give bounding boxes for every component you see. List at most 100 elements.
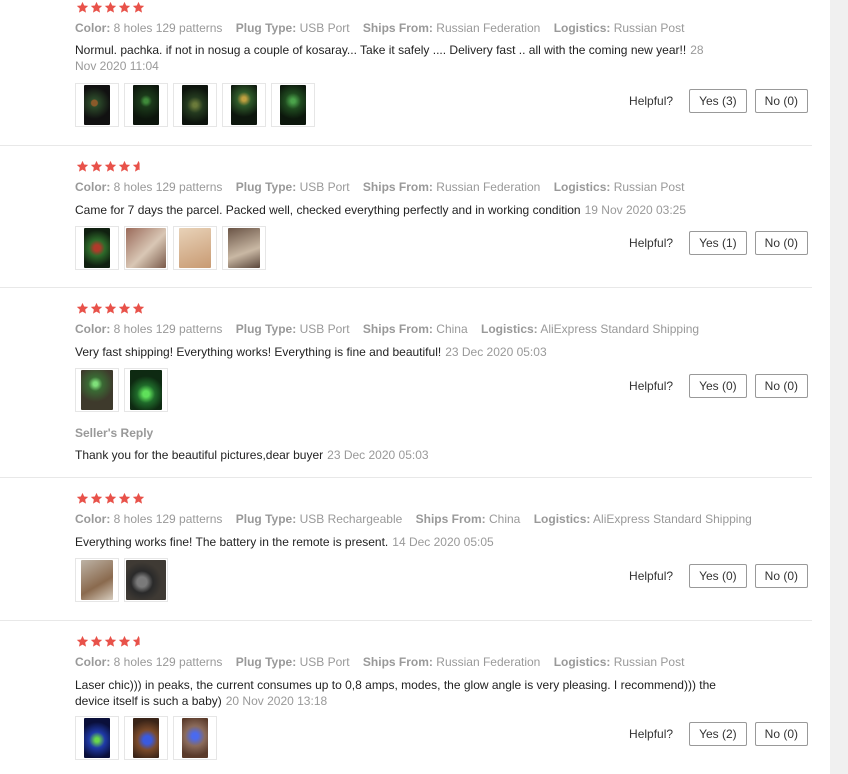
helpful-label: Helpful?: [629, 94, 674, 108]
helpful-no-button[interactable]: No (0): [754, 89, 808, 113]
attr-logistics: AliExpress Standard Shipping: [540, 322, 700, 336]
attr-label: Color:: [75, 655, 111, 669]
review-body: Laser chic))) in peaks, the current cons…: [75, 678, 716, 708]
helpful-yes-button[interactable]: Yes (1): [689, 231, 747, 255]
star-icon: [76, 635, 89, 648]
attr-color: 8 holes 129 patterns: [113, 21, 223, 35]
seller-reply-date: 23 Dec 2020 05:03: [327, 448, 429, 462]
attr-label: Logistics:: [553, 21, 611, 35]
review-photo[interactable]: [75, 368, 119, 412]
attr-label: Logistics:: [553, 655, 611, 669]
review-photo[interactable]: [124, 558, 168, 602]
attr-logistics: Russian Post: [613, 655, 685, 669]
helpful-yes-button[interactable]: Yes (0): [689, 374, 747, 398]
attr-color: 8 holes 129 patterns: [113, 512, 223, 526]
laser-photo: [133, 85, 159, 125]
attr-label: Plug Type:: [235, 512, 297, 526]
helpful-label: Helpful?: [629, 236, 674, 250]
review-photo[interactable]: [173, 226, 217, 270]
helpful-yes-button[interactable]: Yes (0): [689, 564, 747, 588]
review-photo[interactable]: [271, 83, 315, 127]
box-photo: [228, 228, 260, 268]
attr-ships-from: Russian Federation: [436, 655, 541, 669]
attr-plug-type: USB Port: [299, 322, 350, 336]
review-photo[interactable]: [222, 83, 266, 127]
helpful-yes-button[interactable]: Yes (2): [689, 722, 747, 746]
star-icon: [90, 160, 103, 173]
attr-label: Plug Type:: [235, 21, 297, 35]
helpful-no-button[interactable]: No (0): [754, 231, 808, 255]
star-icon: [118, 635, 131, 648]
attr-label: Plug Type:: [235, 180, 297, 194]
attr-label: Color:: [75, 322, 111, 336]
blue-light-photo: [84, 718, 110, 758]
review-photo[interactable]: [222, 226, 266, 270]
rating-stars: [76, 302, 145, 316]
attr-label: Ships From:: [362, 21, 433, 35]
rating-stars: [76, 1, 145, 15]
review-photo[interactable]: [173, 83, 217, 127]
attr-label: Logistics:: [533, 512, 591, 526]
helpful-no-button[interactable]: No (0): [754, 722, 808, 746]
review-attributes: Color: 8 holes 129 patterns Plug Type: U…: [75, 21, 684, 35]
review-photo[interactable]: [173, 716, 217, 760]
helpful-vote: Helpful? Yes (0) No (0): [629, 564, 808, 588]
review-body: Came for 7 days the parcel. Packed well,…: [75, 203, 581, 217]
scrollbar[interactable]: [830, 0, 848, 774]
star-icon: [132, 302, 145, 315]
attr-label: Logistics:: [553, 180, 611, 194]
review-photo[interactable]: [124, 716, 168, 760]
star-icon: [76, 492, 89, 505]
attr-label: Logistics:: [480, 322, 538, 336]
rating-stars: [76, 492, 145, 506]
device-photo: [126, 560, 166, 600]
review-date: 23 Dec 2020 05:03: [445, 345, 547, 359]
star-icon: [118, 492, 131, 505]
review-photo[interactable]: [75, 226, 119, 270]
attr-label: Plug Type:: [235, 655, 297, 669]
review-body: Normul. pachka. if not in nosug a couple…: [75, 43, 687, 57]
star-icon: [104, 1, 117, 14]
attr-ships-from: China: [489, 512, 521, 526]
star-icon: [90, 1, 103, 14]
star-icon: [76, 302, 89, 315]
review-photo[interactable]: [75, 558, 119, 602]
review-item: Color: 8 holes 129 patterns Plug Type: U…: [0, 288, 812, 478]
review-photo[interactable]: [124, 226, 168, 270]
star-icon: [76, 160, 89, 173]
review-photo[interactable]: [124, 83, 168, 127]
star-icon: [118, 160, 131, 173]
review-text: Everything works fine! The battery in th…: [75, 534, 775, 550]
review-attributes: Color: 8 holes 129 patterns Plug Type: U…: [75, 655, 684, 669]
blue-device-photo: [133, 718, 159, 758]
review-item: Color: 8 holes 129 patterns Plug Type: U…: [0, 478, 812, 621]
attr-ships-from: Russian Federation: [436, 180, 541, 194]
review-photos: [75, 558, 168, 602]
star-icon: [90, 635, 103, 648]
laser-photo: [280, 85, 306, 125]
helpful-label: Helpful?: [629, 569, 674, 583]
review-photo[interactable]: [75, 83, 119, 127]
rating-stars: [76, 160, 145, 174]
review-date: 20 Nov 2020 13:18: [225, 694, 328, 708]
review-text: Came for 7 days the parcel. Packed well,…: [75, 202, 775, 218]
laser-photo: [84, 85, 110, 125]
attr-label: Color:: [75, 180, 111, 194]
review-attributes: Color: 8 holes 129 patterns Plug Type: U…: [75, 322, 699, 336]
laser-photo: [84, 228, 110, 268]
helpful-label: Helpful?: [629, 727, 674, 741]
attr-label: Plug Type:: [235, 322, 297, 336]
attr-plug-type: USB Rechargeable: [299, 512, 403, 526]
green-light-photo: [81, 370, 113, 410]
package-photo: [179, 228, 211, 268]
review-photo[interactable]: [124, 368, 168, 412]
helpful-no-button[interactable]: No (0): [754, 374, 808, 398]
review-photo[interactable]: [75, 716, 119, 760]
star-icon: [104, 635, 117, 648]
helpful-no-button[interactable]: No (0): [754, 564, 808, 588]
attr-logistics: Russian Post: [613, 21, 685, 35]
review-photos: [75, 368, 168, 412]
helpful-yes-button[interactable]: Yes (3): [689, 89, 747, 113]
green-light-photo: [130, 370, 162, 410]
review-photos: [75, 226, 266, 270]
